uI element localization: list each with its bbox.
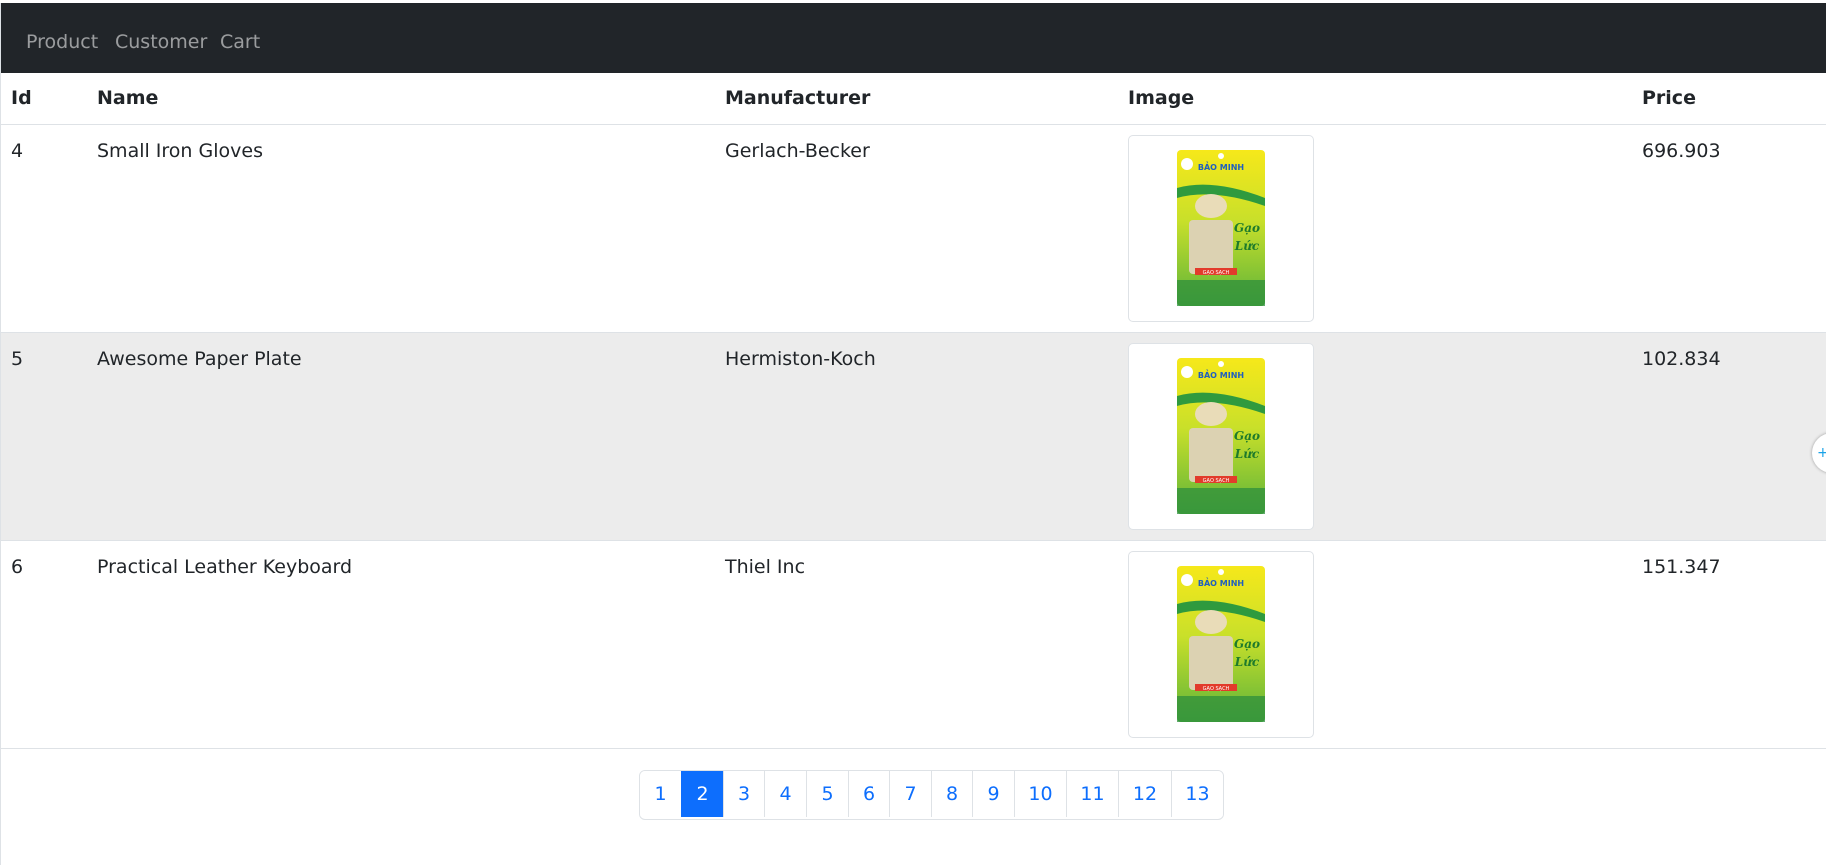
cell-manufacturer: Hermiston-Koch [725,332,1128,541]
nav-link-cart[interactable]: Cart [220,28,260,56]
product-thumbnail: BẢO MINH Gạo Lức GẠO SẠCH [1128,342,1314,530]
cell-price: 102.834 [1642,332,1826,541]
column-header-price: Price [1642,73,1826,125]
bag-bottom-label: GẠO SẠCH [1203,686,1230,692]
products-table: Id Name Manufacturer Image Price 4 Small… [1,73,1826,749]
page-link-8[interactable]: 8 [931,771,972,817]
page-link-3[interactable]: 3 [723,771,764,817]
cell-image: BẢO MINH Gạo Lức GẠO SẠCH [1128,124,1642,333]
cell-id: 6 [1,540,97,749]
cell-name: Small Iron Gloves [97,124,725,333]
bag-title-line1: Gạo [1234,221,1260,235]
page-link-10[interactable]: 10 [1014,771,1066,817]
cell-manufacturer: Gerlach-Becker [725,124,1128,333]
bag-title-line1: Gạo [1234,429,1260,443]
nav-link-product[interactable]: Product [26,28,98,56]
page-link-6[interactable]: 6 [848,771,889,817]
bag-bottom-label: GẠO SẠCH [1203,270,1230,276]
table-header-row: Id Name Manufacturer Image Price [1,73,1826,125]
product-thumbnail: BẢO MINH Gạo Lức GẠO SẠCH [1128,134,1314,322]
table-row: 4 Small Iron Gloves Gerlach-Becker BẢO M… [1,124,1826,333]
rice-bag-image: BẢO MINH Gạo Lức GẠO SẠCH [1177,150,1265,306]
bag-bottom-label: GẠO SẠCH [1203,478,1230,484]
bag-title-line2: Lức [1234,239,1260,253]
column-header-name: Name [97,73,725,125]
cell-image: BẢO MINH Gạo Lức GẠO SẠCH [1128,332,1642,541]
page-link-4[interactable]: 4 [764,771,806,817]
page-link-9[interactable]: 9 [972,771,1014,817]
cell-name: Awesome Paper Plate [97,332,725,541]
column-header-id: Id [1,73,97,125]
product-thumbnail: BẢO MINH Gạo Lức GẠO SẠCH [1128,550,1314,738]
page-link-11[interactable]: 11 [1066,771,1118,817]
cell-price: 696.903 [1642,124,1826,333]
pagination: 1 2 3 4 5 6 7 8 9 10 11 12 13 [639,770,1224,820]
bag-brand-label: BẢO MINH [1198,161,1244,172]
page-link-5[interactable]: 5 [806,771,848,817]
column-header-image: Image [1128,73,1642,125]
page-link-7[interactable]: 7 [889,771,931,817]
bag-title-line2: Lức [1234,447,1260,461]
cell-id: 5 [1,332,97,541]
rice-bag-image: BẢO MINH Gạo Lức GẠO SẠCH [1177,566,1265,722]
nav-link-customer[interactable]: Customer [115,28,207,56]
bag-brand-label: BẢO MINH [1198,577,1244,588]
cell-id: 4 [1,124,97,333]
top-navbar: Product Customer Cart [1,3,1826,73]
cell-price: 151.347 [1642,540,1826,749]
rice-bag-image: BẢO MINH Gạo Lức GẠO SẠCH [1177,358,1265,514]
page-link-12[interactable]: 12 [1118,771,1171,817]
table-row: 6 Practical Leather Keyboard Thiel Inc B… [1,540,1826,749]
table-row: 5 Awesome Paper Plate Hermiston-Koch BẢO… [1,332,1826,541]
bag-title-line1: Gạo [1234,637,1260,651]
cell-image: BẢO MINH Gạo Lức GẠO SẠCH [1128,540,1642,749]
page-link-1[interactable]: 1 [640,771,681,817]
bag-brand-label: BẢO MINH [1198,369,1244,380]
cell-name: Practical Leather Keyboard [97,540,725,749]
cell-manufacturer: Thiel Inc [725,540,1128,749]
column-header-manufacturer: Manufacturer [725,73,1128,125]
page-link-2-active[interactable]: 2 [681,771,723,817]
bag-title-line2: Lức [1234,655,1260,669]
page-link-13[interactable]: 13 [1171,771,1223,817]
